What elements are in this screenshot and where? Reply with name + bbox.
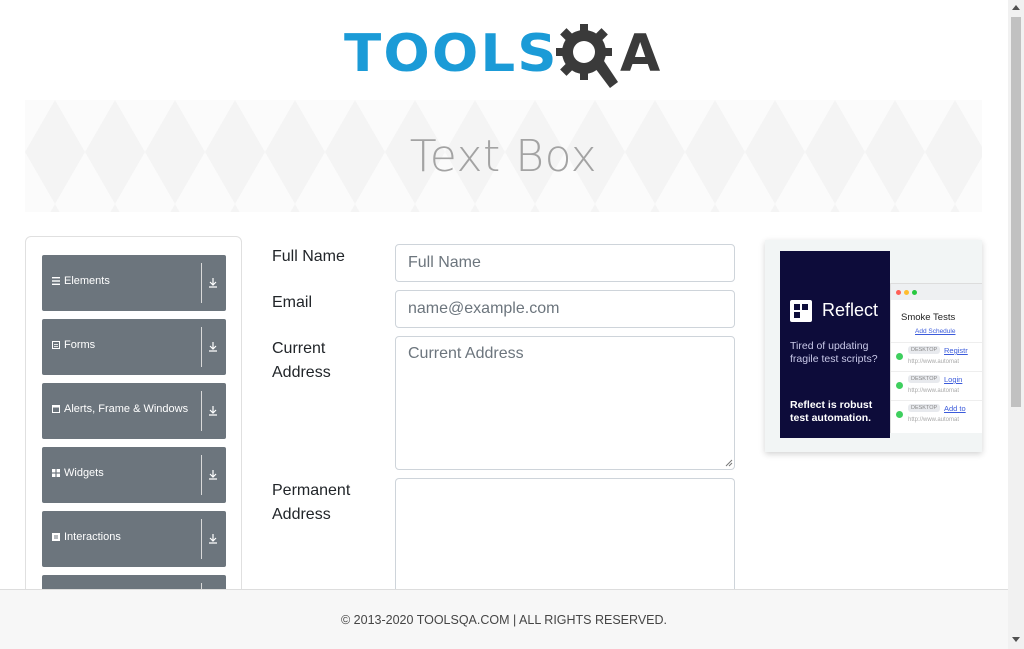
permanent-address-label-line2: Address (272, 506, 331, 523)
resize-grip-icon[interactable] (725, 459, 733, 467)
ad-dark-panel: Reflect Tired of updating fragile test s… (780, 251, 890, 438)
ad-window-title: Smoke Tests (901, 312, 956, 323)
window-icon (52, 405, 60, 413)
test-name: Add to (944, 404, 966, 413)
download-arrow-icon (209, 406, 217, 416)
test-name: Login (944, 375, 963, 384)
group-forms[interactable]: Forms (42, 319, 226, 375)
ad-test-row: DESKTOP Login http://www.automat (891, 371, 982, 399)
group-label: Elements (64, 275, 110, 287)
ad-app-window: Smoke Tests Add Schedule DESKTOP Registr… (890, 283, 982, 433)
left-panel: Elements Forms Alerts, Frame & Windows W… (25, 236, 242, 636)
toolsqa-logo[interactable]: TOOLS A (344, 18, 668, 90)
ad-tagline: Tired of updating fragile test scripts? (790, 340, 878, 365)
ad-headline: Reflect is robust test automation. (790, 399, 873, 424)
group-elements[interactable]: Elements (42, 255, 226, 311)
platform-tag: DESKTOP (908, 404, 941, 412)
current-address-label-line1: Current (272, 340, 326, 357)
window-maximize-dot (912, 290, 917, 295)
logo-text-a: A (620, 24, 661, 84)
email-label: Email (272, 294, 313, 311)
page-title: Text Box (409, 130, 598, 182)
divider (201, 519, 202, 559)
full-name-input[interactable] (395, 244, 735, 282)
vertical-scrollbar[interactable] (1008, 0, 1024, 649)
divider (201, 327, 202, 367)
divider (201, 263, 202, 303)
window-minimize-dot (904, 290, 909, 295)
group-label: Alerts, Frame & Windows (64, 403, 189, 415)
full-name-label: Full Name (272, 248, 345, 265)
download-arrow-icon (209, 342, 217, 352)
page-footer: © 2013-2020 TOOLSQA.COM | ALL RIGHTS RES… (0, 589, 1008, 649)
download-arrow-icon (209, 534, 217, 544)
group-alerts-frame-windows[interactable]: Alerts, Frame & Windows (42, 383, 226, 439)
scroll-down-arrow-icon[interactable] (1012, 637, 1020, 642)
permanent-address-label-line1: Permanent (272, 482, 351, 499)
grid-icon (52, 469, 60, 477)
current-address-label-line2: Address (272, 364, 331, 381)
reflect-logo-icon (790, 300, 812, 322)
ad-brand-name: Reflect (822, 300, 879, 320)
download-arrow-icon (209, 470, 217, 480)
group-label: Forms (64, 339, 96, 351)
group-interactions[interactable]: Interactions (42, 511, 226, 567)
hamburger-icon (52, 277, 60, 285)
platform-tag: DESKTOP (908, 375, 941, 383)
permanent-address-label: Permanent Address (272, 479, 350, 527)
test-url: http://www.automat (908, 417, 960, 423)
status-dot (896, 411, 903, 418)
email-input[interactable] (395, 290, 735, 328)
status-dot (896, 382, 903, 389)
divider (201, 391, 202, 431)
current-address-textarea[interactable] (395, 336, 735, 470)
status-dot (896, 353, 903, 360)
divider (201, 455, 202, 495)
copyright-text: © 2013-2020 TOOLSQA.COM | ALL RIGHTS RES… (340, 612, 667, 627)
test-name: Registr (944, 346, 968, 355)
form-icon (52, 341, 60, 349)
scrollbar-thumb[interactable] (1011, 17, 1021, 407)
current-address-label: Current Address (272, 337, 331, 385)
interaction-icon (52, 533, 60, 541)
ad-test-row: DESKTOP Add to http://www.automat (891, 400, 982, 428)
logo-text-tools: TOOLS (344, 24, 559, 84)
gear-q-icon (556, 24, 618, 88)
permanent-address-textarea[interactable] (395, 478, 735, 589)
download-arrow-icon (209, 278, 217, 288)
test-url: http://www.automat (908, 359, 960, 365)
ad-window-titlebar (891, 284, 982, 300)
group-label: Interactions (64, 531, 121, 543)
ad-add-schedule-link: Add Schedule (915, 328, 956, 335)
page-banner: Text Box (25, 100, 982, 212)
group-widgets[interactable]: Widgets (42, 447, 226, 503)
platform-tag: DESKTOP (908, 346, 941, 354)
window-close-dot (896, 290, 901, 295)
reflect-advertisement[interactable]: Reflect Tired of updating fragile test s… (765, 240, 982, 452)
ad-test-row: DESKTOP Registr http://www.automat (891, 342, 982, 370)
scroll-up-arrow-icon[interactable] (1012, 5, 1020, 10)
test-url: http://www.automat (908, 388, 960, 394)
group-label: Widgets (64, 467, 104, 479)
